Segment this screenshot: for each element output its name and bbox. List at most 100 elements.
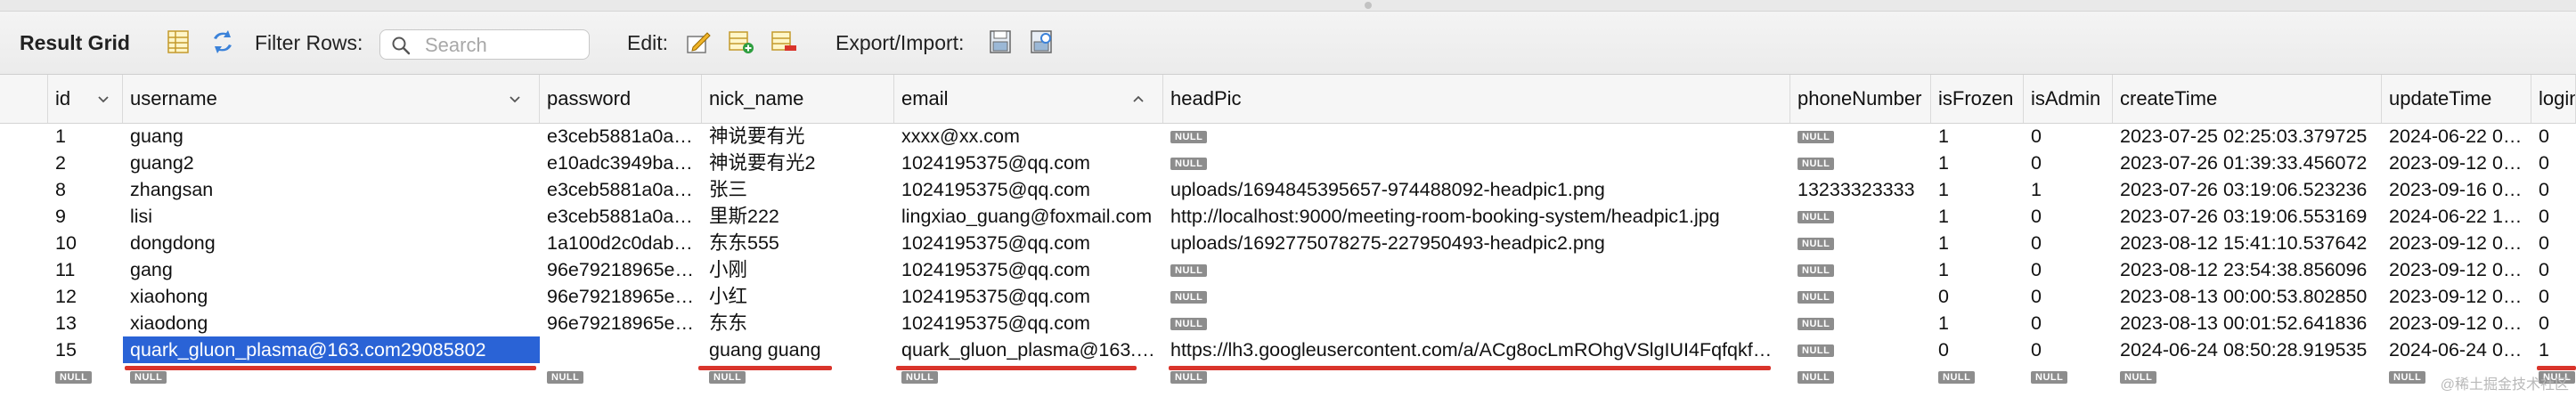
cell-email[interactable]: 1024195375@qq.com: [894, 310, 1163, 336]
column-header-headpic[interactable]: headPic: [1163, 75, 1790, 123]
import-icon[interactable]: [1028, 28, 1056, 56]
table-row[interactable]: 11 gang 96e79218965e… 小刚 1024195375@qq.com NU…: [0, 256, 2576, 283]
cell-headpic[interactable]: http://localhost:9000/meeting-room-booki…: [1163, 203, 1790, 230]
cell-email[interactable]: 1024195375@qq.com: [894, 230, 1163, 256]
cell-email[interactable]: 1024195375@qq.com: [894, 283, 1163, 310]
cell-isadmin[interactable]: 0: [2024, 150, 2113, 176]
cell-password[interactable]: e10adc3949ba…: [540, 150, 702, 176]
table-row[interactable]: 15 quark_gluon_plasma@163.com29085802 guan…: [0, 336, 2576, 363]
cell-headpic[interactable]: NULL: [1163, 283, 1790, 310]
cell-nick-name[interactable]: 东东: [702, 310, 894, 336]
cell-isfrozen[interactable]: 1: [1931, 203, 2024, 230]
cell-password[interactable]: 96e79218965e…: [540, 256, 702, 283]
column-header-createtime[interactable]: createTime: [2113, 75, 2382, 123]
cell-username[interactable]: lisi: [123, 203, 540, 230]
cell-isadmin[interactable]: 0: [2024, 256, 2113, 283]
cell-login[interactable]: 0: [2531, 283, 2576, 310]
column-header-isfrozen[interactable]: isFrozen: [1931, 75, 2024, 123]
cell-username[interactable]: xiaohong: [123, 283, 540, 310]
cell-isfrozen[interactable]: 1: [1931, 230, 2024, 256]
cell-id[interactable]: 11: [48, 256, 123, 283]
cell-createtime[interactable]: 2024-06-24 08:50:28.919535: [2113, 336, 2382, 363]
cell-nick-name[interactable]: 神说要有光: [702, 123, 894, 150]
cell-updatetime[interactable]: 2023-09-12 0…: [2382, 150, 2531, 176]
export-icon[interactable]: [987, 28, 1015, 56]
cell-createtime[interactable]: 2023-07-26 03:19:06.553169: [2113, 203, 2382, 230]
cell-phonenumber[interactable]: NULL: [1790, 363, 1931, 390]
add-row-icon[interactable]: [727, 28, 755, 56]
cell-isadmin[interactable]: NULL: [2024, 363, 2113, 390]
table-row[interactable]: 8 zhangsan e3ceb5881a0a… 张三 1024195375@qq.co…: [0, 176, 2576, 203]
cell-login[interactable]: 1: [2531, 336, 2576, 363]
column-header-username[interactable]: username: [123, 75, 540, 123]
cell-isadmin[interactable]: 0: [2024, 336, 2113, 363]
chevron-up-icon[interactable]: [1131, 92, 1145, 106]
cell-headpic[interactable]: uploads/1694845395657-974488092-headpic1…: [1163, 176, 1790, 203]
cell-email[interactable]: quark_gluon_plasma@163.…: [894, 336, 1163, 363]
cell-updatetime[interactable]: 2023-09-12 0…: [2382, 256, 2531, 283]
cell-password[interactable]: 96e79218965e…: [540, 283, 702, 310]
table-row[interactable]: 10 dongdong 1a100d2c0dab… 东东555 1024195375@q…: [0, 230, 2576, 256]
column-header-nick-name[interactable]: nick_name: [702, 75, 894, 123]
table-row[interactable]: 13 xiaodong 96e79218965e… 东东 1024195375@qq.c…: [0, 310, 2576, 336]
cell-login[interactable]: 0: [2531, 230, 2576, 256]
edit-cell-icon[interactable]: [684, 28, 713, 56]
search-field[interactable]: [379, 29, 590, 60]
cell-username[interactable]: xiaodong: [123, 310, 540, 336]
cell-email[interactable]: 1024195375@qq.com: [894, 150, 1163, 176]
cell-id[interactable]: NULL: [48, 363, 123, 390]
cell-phonenumber[interactable]: NULL: [1790, 310, 1931, 336]
column-header-isadmin[interactable]: isAdmin: [2024, 75, 2113, 123]
cell-isadmin[interactable]: 0: [2024, 123, 2113, 150]
cell-createtime[interactable]: NULL: [2113, 363, 2382, 390]
cell-username[interactable]: guang: [123, 123, 540, 150]
cell-password[interactable]: NULL: [540, 363, 702, 390]
cell-username[interactable]: zhangsan: [123, 176, 540, 203]
cell-isadmin[interactable]: 0: [2024, 203, 2113, 230]
cell-login[interactable]: 0: [2531, 256, 2576, 283]
cell-login[interactable]: 0: [2531, 176, 2576, 203]
cell-password[interactable]: e3ceb5881a0a…: [540, 123, 702, 150]
chevron-down-icon[interactable]: [96, 92, 110, 106]
cell-headpic[interactable]: NULL: [1163, 256, 1790, 283]
cell-createtime[interactable]: 2023-07-26 03:19:06.523236: [2113, 176, 2382, 203]
column-header-id[interactable]: id: [48, 75, 123, 123]
cell-nick-name[interactable]: 东东555: [702, 230, 894, 256]
cell-id[interactable]: 8: [48, 176, 123, 203]
cell-login[interactable]: 0: [2531, 203, 2576, 230]
search-input[interactable]: [423, 33, 587, 58]
cell-phonenumber[interactable]: NULL: [1790, 336, 1931, 363]
cell-headpic[interactable]: uploads/1692775078275-227950493-headpic2…: [1163, 230, 1790, 256]
table-row[interactable]: 12 xiaohong 96e79218965e… 小红 1024195375@qq.c…: [0, 283, 2576, 310]
cell-username[interactable]: gang: [123, 256, 540, 283]
cell-phonenumber[interactable]: NULL: [1790, 123, 1931, 150]
cell-id[interactable]: 9: [48, 203, 123, 230]
cell-headpic[interactable]: https://lh3.googleusercontent.com/a/ACg8…: [1163, 336, 1790, 363]
cell-updatetime[interactable]: 2024-06-22 1…: [2382, 203, 2531, 230]
cell-isfrozen[interactable]: 1: [1931, 150, 2024, 176]
cell-email[interactable]: 1024195375@qq.com: [894, 176, 1163, 203]
cell-nick-name[interactable]: 张三: [702, 176, 894, 203]
cell-nick-name[interactable]: 神说要有光2: [702, 150, 894, 176]
cell-password[interactable]: 1a100d2c0dab…: [540, 230, 702, 256]
cell-nick-name[interactable]: guang guang: [702, 336, 894, 363]
cell-username[interactable]: guang2: [123, 150, 540, 176]
cell-phonenumber[interactable]: NULL: [1790, 283, 1931, 310]
cell-nick-name[interactable]: 里斯222: [702, 203, 894, 230]
cell-isadmin[interactable]: 1: [2024, 176, 2113, 203]
cell-isfrozen[interactable]: 1: [1931, 176, 2024, 203]
cell-password[interactable]: e3ceb5881a0a…: [540, 203, 702, 230]
cell-createtime[interactable]: 2023-08-12 15:41:10.537642: [2113, 230, 2382, 256]
column-header-password[interactable]: password: [540, 75, 702, 123]
cell-id[interactable]: 1: [48, 123, 123, 150]
table-row[interactable]: 1 guang e3ceb5881a0a… 神说要有光 xxxx@xx.com NULL N…: [0, 123, 2576, 150]
column-header-login[interactable]: login: [2531, 75, 2576, 123]
cell-createtime[interactable]: 2023-08-13 00:01:52.641836: [2113, 310, 2382, 336]
cell-updatetime[interactable]: 2024-06-24 0…: [2382, 336, 2531, 363]
cell-login[interactable]: 0: [2531, 150, 2576, 176]
cell-isfrozen[interactable]: 1: [1931, 310, 2024, 336]
cell-headpic[interactable]: NULL: [1163, 310, 1790, 336]
cell-headpic[interactable]: NULL: [1163, 150, 1790, 176]
cell-updatetime[interactable]: 2023-09-12 0…: [2382, 310, 2531, 336]
cell-id[interactable]: 2: [48, 150, 123, 176]
